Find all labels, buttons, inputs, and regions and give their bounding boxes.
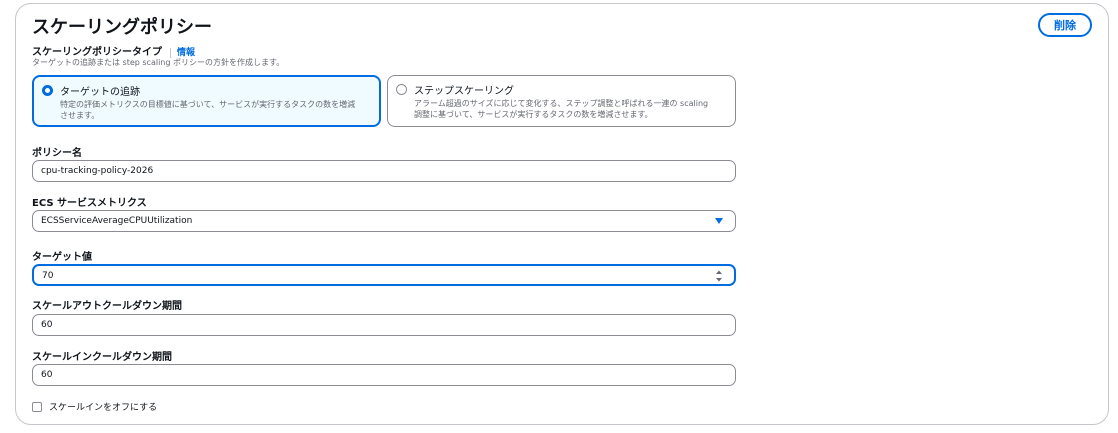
tile-target-tracking-desc: 特定の評価メトリクスの目標値に基づいて、サービスが実行するタスクの数を増減 させ… [60,99,355,121]
tile-target-tracking-title: ターゲットの追跡 [60,87,140,98]
policy-type-description: ターゲットの追跡または step scaling ポリシーの方針を作成します。 [32,58,285,67]
tile-step-scaling-title: ステップスケーリング [414,86,514,97]
policy-type-label-row: スケーリングポリシータイプ 情報 [32,43,196,58]
scale-out-cooldown-input[interactable]: 60 [32,314,736,336]
panel-title: スケーリングポリシー [32,17,212,38]
disable-scale-in-label: スケールインをオフにする [49,403,158,413]
tile-target-tracking-desc-line2: させます。 [60,111,100,120]
target-value-label: ターゲット値 [32,252,92,263]
delete-button[interactable]: 削除 [1038,13,1092,37]
policy-name-label: ポリシー名 [32,148,82,159]
disable-scale-in-checkbox[interactable] [32,401,42,412]
metric-label: ECS サービスメトリクス [32,198,147,209]
tile-step-scaling-desc: アラーム超過のサイズに応じて変化する、ステップ調整と呼ばれる一連の scalin… [414,98,708,120]
tile-step-scaling[interactable]: ステップスケーリング アラーム超過のサイズに応じて変化する、ステップ調整と呼ばれ… [387,75,736,127]
target-value-input[interactable]: 70 [32,264,736,286]
scale-in-cooldown-label: スケールインクールダウン期間 [32,352,172,363]
policy-name-input[interactable]: cpu-tracking-policy-2026 [32,160,736,182]
scale-in-cooldown-input[interactable]: 60 [32,364,736,386]
radio-target-tracking[interactable] [42,85,53,96]
tile-target-tracking-desc-line1: 特定の評価メトリクスの目標値に基づいて、サービスが実行するタスクの数を増減 [60,100,356,109]
caret-down-icon [715,218,723,224]
scaling-policy-panel: スケーリングポリシー 削除 スケーリングポリシータイプ 情報 ターゲットの追跡また… [15,3,1109,425]
metric-select[interactable]: ECSServiceAverageCPUUtilization [32,210,736,232]
disable-scale-in-option[interactable]: スケールインをオフにする [32,400,157,413]
number-stepper-icon[interactable] [715,269,723,283]
target-value-text: 70 [42,271,54,281]
tile-step-scaling-desc-line2: 調整に基づいて、サービスが実行するタスクの数を増減させます。 [414,110,653,119]
radio-step-scaling[interactable] [396,84,407,95]
tile-target-tracking[interactable]: ターゲットの追跡 特定の評価メトリクスの目標値に基づいて、サービスが実行するタス… [32,75,381,127]
metric-select-value: ECSServiceAverageCPUUtilization [41,216,193,226]
scale-out-cooldown-label: スケールアウトクールダウン期間 [32,301,182,312]
tile-step-scaling-desc-line1: アラーム超過のサイズに応じて変化する、ステップ調整と呼ばれる一連の scalin… [414,99,709,108]
